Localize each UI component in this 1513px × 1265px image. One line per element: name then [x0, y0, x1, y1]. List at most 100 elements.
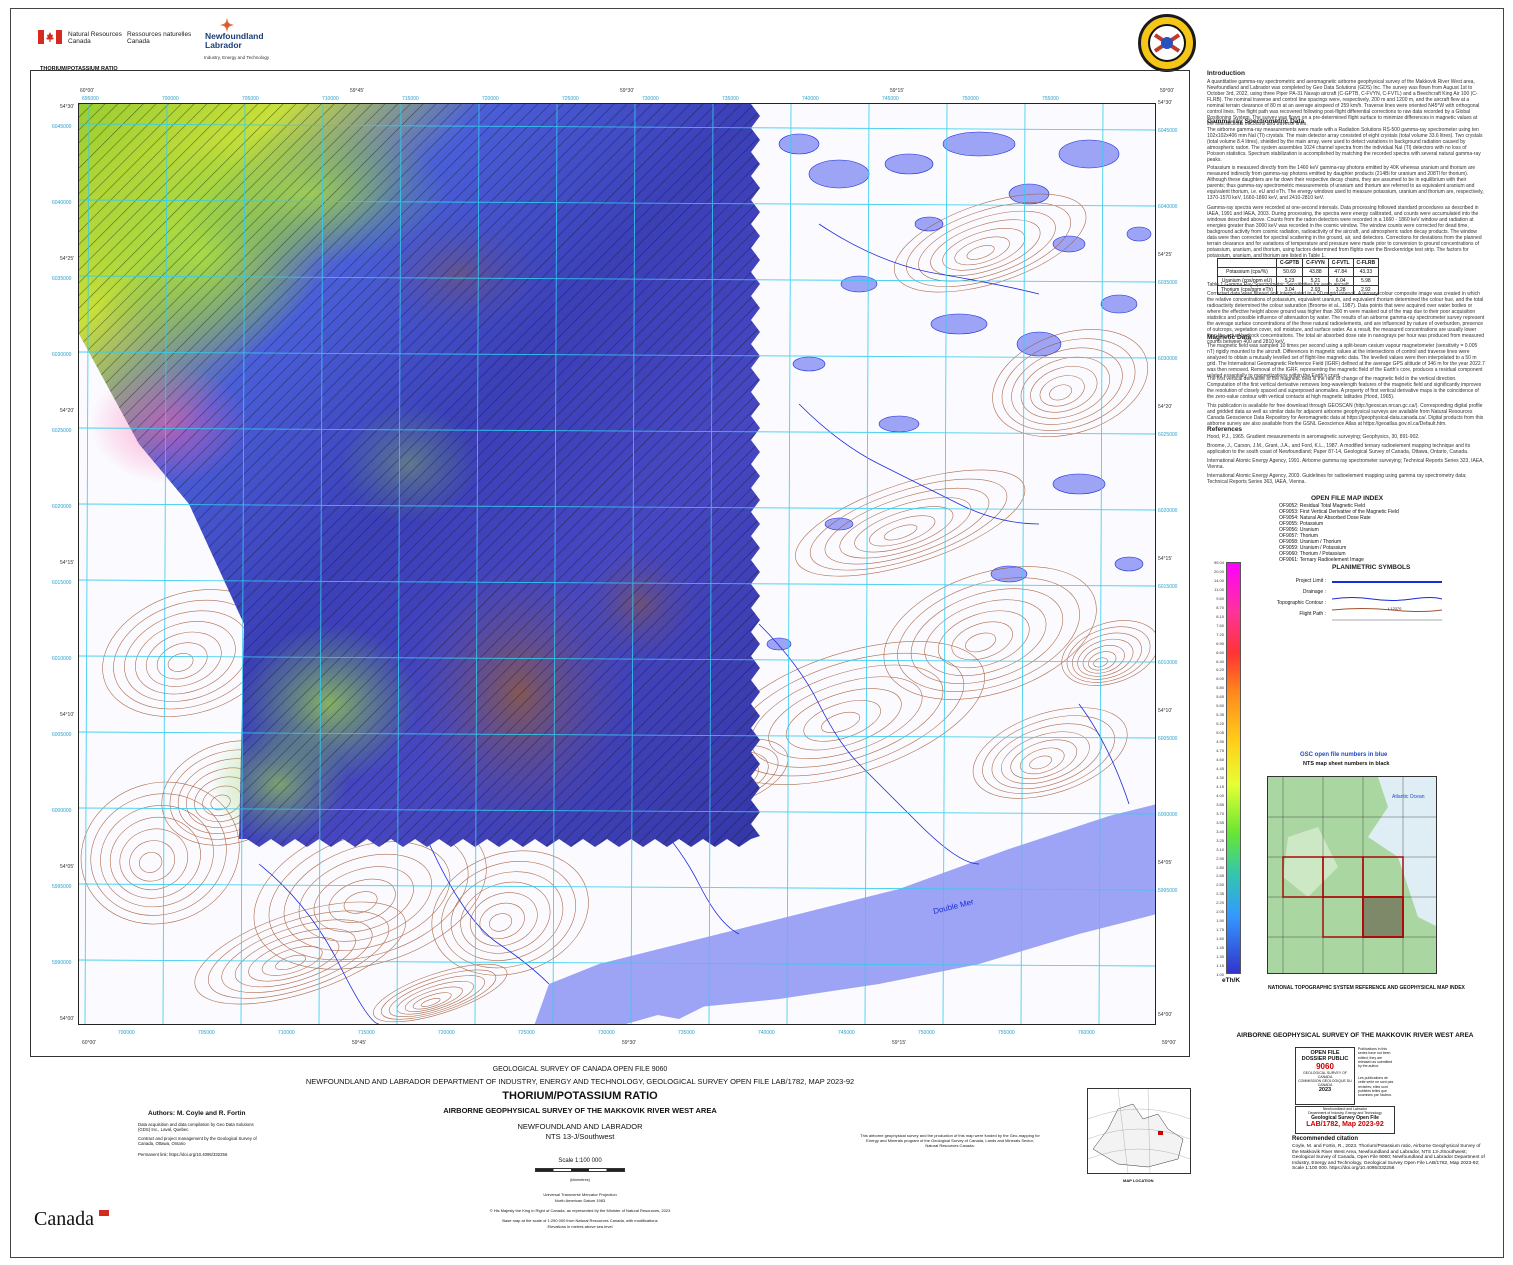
coordinate-label: 6020000 [52, 504, 72, 510]
planimetric-label: Flight Path : [1299, 611, 1326, 617]
legend-tick: 2.20 [1216, 900, 1224, 906]
reference-item: Hood, P.J., 1965. Gradient measurements … [1207, 434, 1420, 440]
coordinate-label: 755000 [1042, 96, 1059, 102]
coordinate-label: 710000 [278, 1030, 295, 1036]
coordinate-label: 59°45' [352, 1040, 367, 1046]
nl-department: Industry, Energy and Technology [204, 55, 270, 60]
legend-tick: 2.95 [1216, 855, 1224, 861]
index-item[interactable]: OF9061: Ternary Radioelement Image [1279, 557, 1479, 563]
legend-tick: 95.04 [1213, 560, 1224, 565]
cgc-org: COMMISSION GÉOLOGIQUE DU CANADA [1298, 1079, 1352, 1087]
scale-bar [535, 1168, 625, 1172]
legend-tick: 1.45 [1216, 945, 1224, 951]
coordinate-label: 54°10' [60, 712, 75, 718]
magnetic-title: Magnetic Data [1207, 334, 1252, 341]
map-area[interactable]: Double Mer [78, 103, 1156, 1025]
planimetric-symbol [1332, 578, 1442, 586]
citation-text: Coyle, M. and Fortin, R., 2023. Thorium/… [1292, 1144, 1485, 1172]
scale-label: Scale 1:100 000 [558, 1158, 602, 1164]
legend-tick: 3.70 [1216, 810, 1224, 816]
references-title: References [1207, 426, 1243, 433]
coordinate-label: 5995000 [1158, 888, 1178, 894]
coordinate-label: 740000 [758, 1030, 775, 1036]
coordinate-label: 6015000 [1158, 584, 1178, 590]
coordinate-label: 705000 [242, 96, 259, 102]
coordinate-label: 6015000 [52, 580, 72, 586]
coordinate-label: 6020000 [1158, 508, 1178, 514]
coordinate-label: 54°25' [60, 256, 75, 262]
table-cell: 47.84 [1327, 267, 1354, 277]
open-file-number: 9060 [1316, 1062, 1334, 1071]
planimetric-symbol [1332, 611, 1442, 621]
legend-tick: 5.05 [1216, 730, 1224, 736]
legend-tick: 5.65 [1216, 694, 1224, 700]
legend-tick: 6.40 [1216, 658, 1224, 664]
table-cell: 43.88 [1302, 267, 1329, 277]
table-header: C-FLRB [1352, 258, 1380, 268]
open-file-note: Publications in this series have not bee… [1358, 1047, 1393, 1069]
table-header: C-GPTB [1275, 258, 1304, 268]
index-list: OF9052: Residual Total Magnetic Field OF9… [1279, 503, 1479, 563]
coordinate-label: 740000 [802, 96, 819, 102]
coordinate-label: 745000 [882, 96, 899, 102]
coordinate-label: 6000000 [52, 808, 72, 814]
coordinate-label: 59°00' [1160, 88, 1175, 94]
coordinate-label: 54°05' [60, 864, 75, 870]
gsc-org: GEOLOGICAL SURVEY OF CANADA [1303, 1071, 1347, 1079]
coordinate-label: 750000 [962, 96, 979, 102]
legend-tick: 2.35 [1216, 891, 1224, 897]
atlantic-label: Atlantic Ocean [1392, 794, 1425, 800]
canada-wordmark: Canada [34, 1208, 94, 1230]
authors: Authors: M. Coyle and R. Fortin [148, 1110, 246, 1117]
coordinate-label: 54°10' [1158, 708, 1173, 714]
legend-tick: 4.00 [1216, 792, 1224, 798]
coordinate-label: 54°25' [1158, 252, 1173, 258]
reference-item: International Atomic Energy Agency, 1991… [1207, 458, 1484, 470]
coordinate-label: 720000 [438, 1030, 455, 1036]
funding-note: This airborne geophysical survey and the… [860, 1133, 1040, 1148]
coordinate-label: 6045000 [1158, 128, 1178, 134]
open-file-note-fr: Les publications de cette série ne sont … [1358, 1076, 1394, 1098]
coordinate-label: 54°00' [1158, 1012, 1173, 1018]
flight-line-label: L12370 [1388, 606, 1402, 611]
coordinate-label: 54°15' [1158, 556, 1173, 562]
planimetric-symbol [1331, 589, 1443, 601]
legend-tick: 2.50 [1216, 882, 1224, 888]
coordinate-label: 715000 [402, 96, 419, 102]
references-list: Hood, P.J., 1965. Gradient measurements … [1207, 434, 1485, 488]
coordinate-label: 6000000 [1158, 812, 1178, 818]
sensitivity-table: C-GPTB C-FVYN C-FVTL C-FLRB Potassium (cps/%… [1217, 258, 1380, 295]
legend-tick: 4.90 [1216, 739, 1224, 745]
open-file-box: OPEN FILE DOSSIER PUBLIC 9060 GEOLOGICAL… [1295, 1047, 1355, 1105]
coordinate-label: 59°00' [1162, 1040, 1177, 1046]
gamma-title: Gamma-ray Spectrometric Data [1207, 118, 1305, 125]
coordinate-label: 54°30' [1158, 100, 1173, 106]
nrcan-name-en: Natural Resources Canada [68, 31, 122, 45]
coordinate-label: 54°20' [60, 408, 75, 414]
table-cell: 50.69 [1275, 267, 1304, 277]
coordinate-label: 6045000 [52, 124, 72, 130]
management-credit: Contract and project management by the G… [138, 1136, 257, 1146]
magnetic-p2: The first vertical derivative of the mag… [1207, 376, 1482, 400]
acquisition-credit: Data acquisition and data compilation by… [138, 1122, 254, 1132]
legend-tick: 4.45 [1216, 766, 1224, 771]
legend-tick: 6.00 [1216, 676, 1224, 682]
coordinate-label: 6005000 [52, 732, 72, 738]
legend-tick: 5.50 [1216, 703, 1224, 709]
nrcan-name-fr: Ressources naturelles Canada [127, 31, 192, 45]
nl-brand: Newfoundland Labrador [205, 31, 264, 50]
reference-item: International Atomic Energy Agency, 2003… [1207, 473, 1467, 485]
legend-tick: 7.60 [1216, 622, 1224, 628]
legend-tick: 3.40 [1216, 828, 1224, 834]
nl-open-file-box: Newfoundland and Labrador Department of … [1295, 1106, 1395, 1134]
coordinate-label: 54°30' [60, 104, 75, 110]
table-caption: Table 1 Gamma Ray Spectrometric Sensitiv… [1207, 282, 1351, 288]
permanent-link[interactable]: Permanent link: https://doi.org/10.4095/… [138, 1152, 298, 1157]
coordinate-label: 59°15' [892, 1040, 907, 1046]
index-title: OPEN FILE MAP INDEX [1310, 495, 1384, 502]
coordinate-label: 59°15' [890, 88, 905, 94]
pitcher-plant-icon [220, 18, 234, 32]
legend-tick: 3.85 [1216, 801, 1224, 807]
coordinate-label: 695000 [82, 96, 99, 102]
coordinate-label: 6035000 [1158, 280, 1178, 286]
